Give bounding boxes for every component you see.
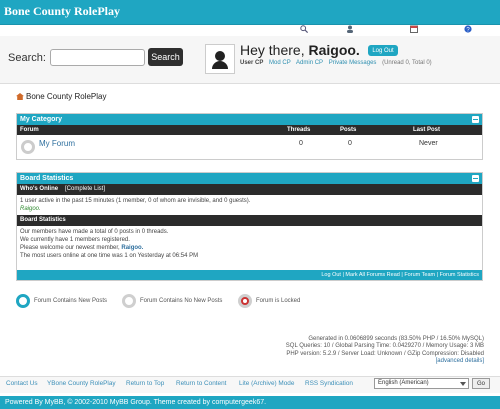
post-count: 0 <box>348 140 352 147</box>
return-to-content-link[interactable]: Return to Content <box>176 380 226 387</box>
online-user-link[interactable]: Raigoo. <box>20 205 479 213</box>
home-icon <box>16 93 24 100</box>
new-posts-icon <box>16 294 30 308</box>
debug-line: Generated in 0.0606899 seconds (83.50% P… <box>308 336 484 342</box>
stats-line-1: Our members have made a total of 0 posts… <box>20 229 169 235</box>
go-button[interactable]: Go <box>472 378 490 389</box>
forum-status-icon <box>21 140 35 154</box>
locked-icon <box>238 294 252 308</box>
avatar[interactable] <box>205 44 235 74</box>
collapse-icon[interactable] <box>472 175 479 182</box>
forum-link[interactable]: My Forum <box>39 139 75 148</box>
board-stats-header: Board Statistics <box>17 215 482 226</box>
stats-title: Board Statistics <box>20 175 74 182</box>
stats-line-2: We currently have 1 members registered. <box>20 237 130 243</box>
category-header: My Category <box>17 114 482 125</box>
advanced-details-link[interactable]: [advanced details] <box>184 358 484 365</box>
lite-mode-link[interactable]: Lite (Archive) Mode <box>239 380 294 387</box>
debug-line: SQL Queries: 10 / Global Parsing Time: 0… <box>285 343 484 350</box>
calendar-icon[interactable] <box>410 25 418 35</box>
newest-member-link[interactable]: Raigoo. <box>121 245 143 251</box>
online-info: 1 user active in the past 15 minutes (1 … <box>17 195 482 215</box>
site-home-link[interactable]: YBone County RolePlay <box>47 380 116 387</box>
rss-link[interactable]: RSS Syndication <box>305 380 353 387</box>
legend-label: Forum Contains No New Posts <box>140 298 223 304</box>
mod-cp-link[interactable]: Mod CP <box>269 60 291 66</box>
legend-new-posts: Forum Contains New Posts <box>16 294 107 308</box>
welcome-text: Please welcome our newest member, <box>20 245 120 251</box>
stats-line-4: The most users online at one time was 1 … <box>20 253 199 259</box>
legend-no-new-posts: Forum Contains No New Posts <box>122 294 222 308</box>
admin-cp-link[interactable]: Admin CP <box>296 60 323 66</box>
site-title[interactable]: Bone County RolePlay <box>4 4 120 19</box>
username[interactable]: Raigoo. <box>308 42 359 58</box>
greeting: Hey there, Raigoo. <box>240 42 360 58</box>
col-last-post: Last Post <box>413 127 441 133</box>
legend-label: Forum is Locked <box>256 298 301 304</box>
collapse-icon[interactable] <box>472 116 479 123</box>
greeting-prefix: Hey there, <box>240 42 305 58</box>
column-header: Forum Threads Posts Last Post <box>17 125 482 135</box>
online-text: 1 user active in the past 15 minutes (1 … <box>20 198 251 204</box>
whos-online-header: Who's Online [Complete List] <box>17 184 482 195</box>
return-to-top-link[interactable]: Return to Top <box>126 380 164 387</box>
search-icon[interactable] <box>300 25 309 35</box>
whos-online-heading[interactable]: Who's Online <box>20 186 58 192</box>
legend-locked: Forum is Locked <box>238 294 300 308</box>
search-button[interactable]: Search <box>148 48 183 66</box>
pm-status: (Unread 0, Total 0) <box>382 60 432 66</box>
col-threads: Threads <box>287 127 311 133</box>
copyright: Powered By MyBB, © 2002-2010 MyBB Group.… <box>0 396 500 409</box>
user-cp-link[interactable]: User CP <box>240 60 263 66</box>
search-label: Search: <box>8 52 46 64</box>
col-forum: Forum <box>20 127 39 133</box>
contact-us-link[interactable]: Contact Us <box>6 380 38 387</box>
no-new-posts-icon <box>122 294 136 308</box>
complete-list-link[interactable]: [Complete List] <box>65 186 105 192</box>
debug-line: PHP version: 5.2.9 / Server Load: Unknow… <box>286 350 484 357</box>
stats-line-3: Please welcome our newest member, Raigoo… <box>20 244 479 252</box>
stats-header: Board Statistics <box>17 173 482 184</box>
category-title[interactable]: My Category <box>20 116 62 123</box>
board-stats-heading: Board Statistics <box>20 217 66 223</box>
debug-info: Generated in 0.0606899 seconds (83.50% P… <box>184 336 484 366</box>
language-select[interactable]: English (American) <box>374 378 469 389</box>
board-statistics-table: Board Statistics Who's Online [Complete … <box>16 172 483 281</box>
breadcrumb-link[interactable]: Bone County RolePlay <box>26 92 107 101</box>
search-input[interactable] <box>50 49 145 66</box>
legend-label: Forum Contains New Posts <box>34 298 108 304</box>
members-icon[interactable] <box>346 25 354 35</box>
user-links: User CP Mod CP Admin CP Private Messages… <box>240 60 432 66</box>
private-messages-link[interactable]: Private Messages <box>329 60 377 66</box>
forum-table: My Category Forum Threads Posts Last Pos… <box>16 113 483 160</box>
last-post: Never <box>419 140 438 147</box>
logout-button[interactable]: Log Out <box>368 45 398 56</box>
table-row: My Forum 0 0 Never <box>17 135 482 159</box>
col-posts: Posts <box>340 127 357 133</box>
thread-count: 0 <box>299 140 303 147</box>
breadcrumb: Bone County RolePlay <box>16 92 107 101</box>
footer-links[interactable]: Log Out | Mark All Forums Read | Forum T… <box>17 270 482 280</box>
board-stats-info: Our members have made a total of 0 posts… <box>17 226 482 262</box>
help-icon[interactable]: ? <box>464 25 472 35</box>
